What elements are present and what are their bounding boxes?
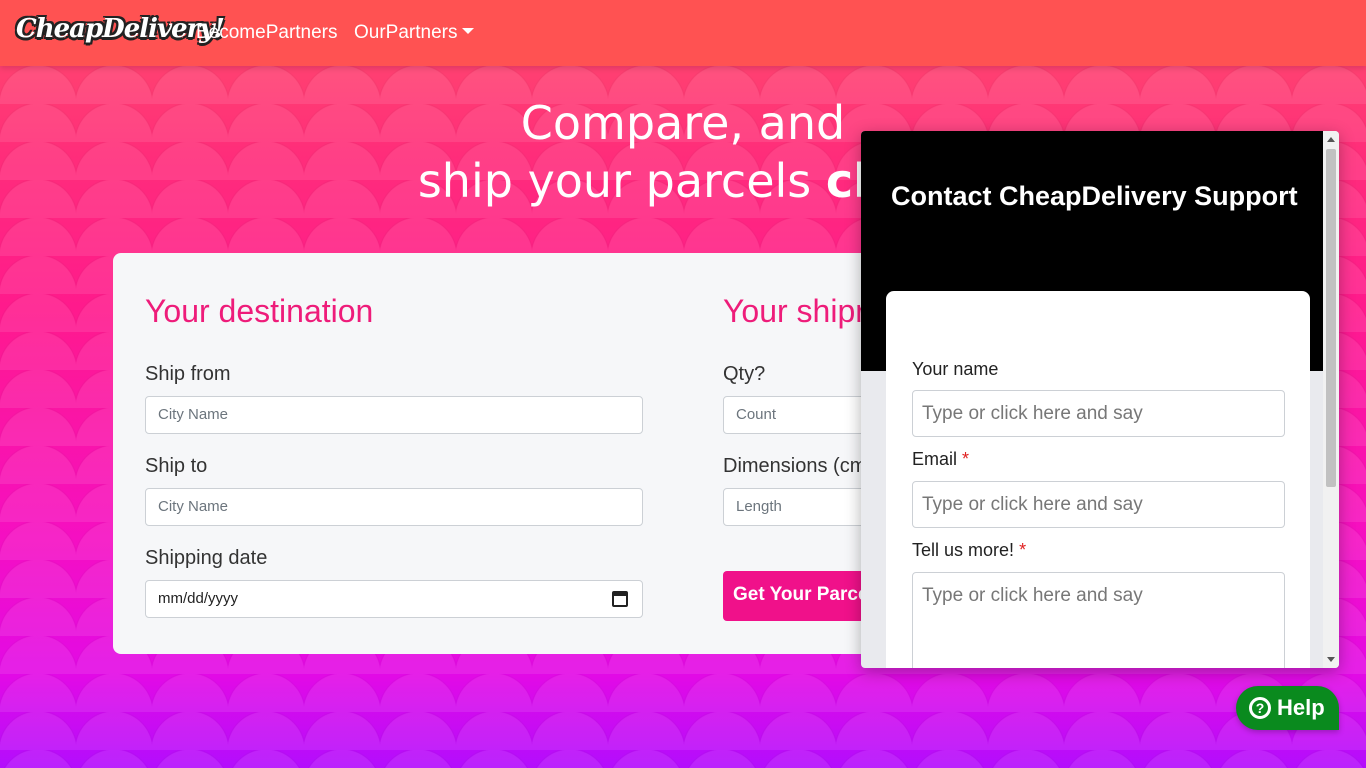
email-label-text: Email [912,449,958,469]
email-input[interactable]: Type or click here and say [912,481,1285,528]
ship-from-input[interactable]: City Name [145,396,643,434]
your-name-input[interactable]: Type or click here and say [912,390,1285,437]
support-form: Your name Type or click here and say Ema… [886,291,1310,668]
shipping-date-value: mm/dd/yyyy [158,590,239,607]
your-name-label: Your name [912,359,999,379]
tell-us-more-label: Tell us more! * [912,540,1026,561]
help-button-label: Help [1277,695,1325,720]
top-navbar: CheapDelivery! BecomePartners OurPartner… [0,0,1366,66]
shipment-title: Your shipr [723,293,866,329]
support-widget: Contact CheapDelivery Support Your name … [861,131,1339,668]
tell-us-more-textarea[interactable]: Type or click here and say [912,572,1285,668]
support-widget-scrollbar[interactable] [1323,131,1339,668]
email-label: Email * [912,449,969,470]
calendar-icon[interactable] [612,591,628,607]
brand-logo[interactable]: CheapDelivery! [16,14,225,44]
qty-label: Qty? [723,363,766,385]
destination-title: Your destination [145,293,374,329]
scroll-down-arrow-icon[interactable] [1327,657,1335,662]
nav-our-partners-dropdown[interactable]: OurPartners [354,22,475,44]
question-circle-icon: ? [1249,697,1271,719]
support-widget-title: Contact CheapDelivery Support [891,181,1298,211]
nav-our-partners-label: OurPartners [354,22,458,43]
help-button[interactable]: ? Help [1236,686,1339,730]
tell-us-more-label-text: Tell us more! [912,540,1015,560]
scroll-up-arrow-icon[interactable] [1327,137,1335,142]
required-mark: * [962,449,970,469]
shipping-date-label: Shipping date [145,547,268,569]
nav-become-partners[interactable]: BecomePartners [196,22,338,44]
ship-to-input[interactable]: City Name [145,488,643,526]
hero-line-2-text: ship your parcels [417,154,826,208]
caret-down-icon [462,27,475,34]
get-your-parcel-button[interactable]: Get Your Parce [723,571,883,621]
shipping-date-input[interactable]: mm/dd/yyyy [145,580,643,618]
ship-to-label: Ship to [145,455,208,477]
required-mark: * [1019,540,1027,560]
dimensions-label: Dimensions (cm [723,455,867,477]
scrollbar-thumb[interactable] [1326,149,1336,487]
ship-from-label: Ship from [145,363,231,385]
